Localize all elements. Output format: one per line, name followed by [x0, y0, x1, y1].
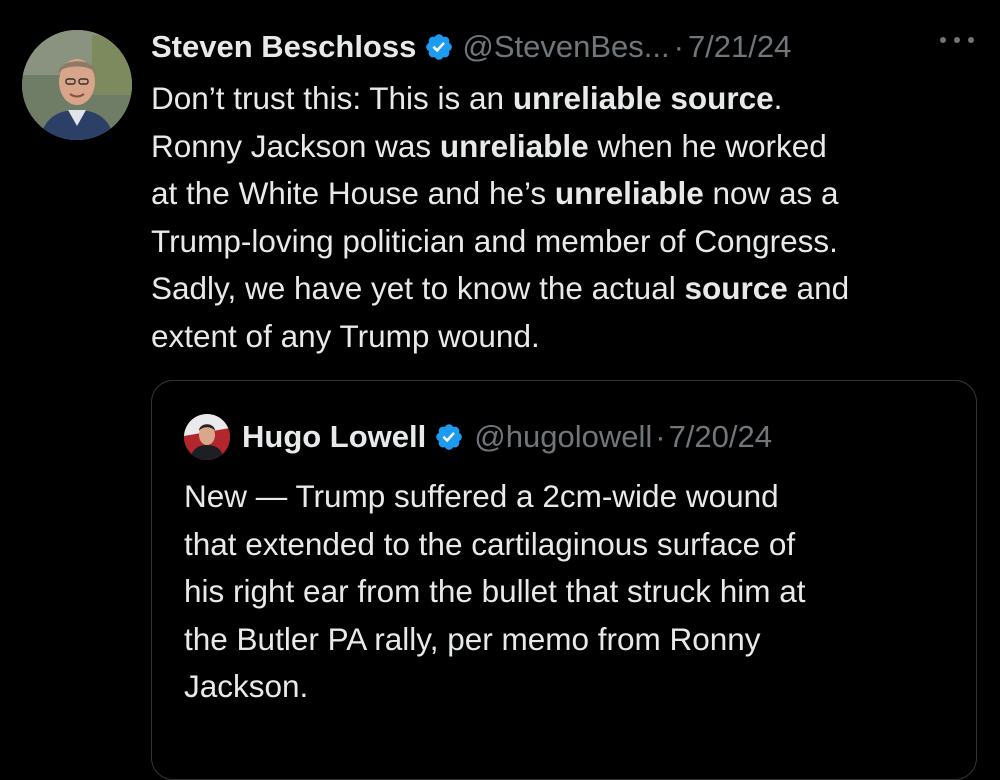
tweet-text-line: Ronny Jackson was unreliable when he wor… — [151, 127, 827, 164]
author-handle[interactable]: @StevenBes... — [462, 29, 669, 65]
tweet-text-line: Don’t trust this: This is an unreliable … — [151, 80, 783, 116]
quoted-author-avatar[interactable] — [184, 414, 230, 460]
quoted-text-line: his right ear from the bullet that struc… — [184, 573, 806, 609]
quoted-text-line: Jackson. — [184, 668, 309, 704]
tweet-text-line: Trump-loving politician and member of Co… — [151, 222, 838, 259]
quoted-text-line: that extended to the cartilaginous surfa… — [184, 525, 796, 562]
tweet-header: Steven Beschloss @StevenBes... · 7/21/24 — [151, 24, 791, 70]
quoted-tweet-text: New — Trump suffered a 2cm-wide wound th… — [184, 473, 964, 711]
tweet-text-line: Sadly, we have yet to know the actual so… — [151, 270, 850, 306]
more-options-icon[interactable] — [940, 30, 974, 50]
quoted-header-separator: · — [655, 419, 666, 454]
quoted-text-line: New — Trump suffered a 2cm-wide wound — [184, 478, 779, 514]
tweet-text-line: at the White House and he’s unreliable n… — [151, 175, 839, 211]
author-name[interactable]: Steven Beschloss — [151, 29, 416, 65]
quoted-text-line: the Butler PA rally, per memo from Ronny — [184, 620, 761, 657]
author-avatar[interactable] — [22, 30, 132, 140]
quoted-author-name[interactable]: Hugo Lowell — [242, 419, 426, 455]
tweet-date[interactable]: 7/21/24 — [688, 29, 791, 65]
tweet-text: Don’t trust this: This is an unreliable … — [151, 75, 991, 360]
tweet-text-line: extent of any Trump wound. — [151, 317, 540, 354]
quoted-tweet[interactable]: Hugo Lowell @hugolowell · 7/20/24 New — … — [151, 380, 977, 780]
quoted-tweet-header: Hugo Lowell @hugolowell · 7/20/24 — [184, 414, 772, 460]
quoted-tweet-date[interactable]: 7/20/24 — [669, 419, 772, 455]
verified-badge-icon — [434, 422, 464, 452]
verified-badge-icon — [424, 32, 454, 62]
header-separator: · — [673, 29, 684, 64]
tweet[interactable]: Steven Beschloss @StevenBes... · 7/21/24… — [0, 0, 1000, 780]
quoted-author-handle[interactable]: @hugolowell — [474, 419, 652, 455]
